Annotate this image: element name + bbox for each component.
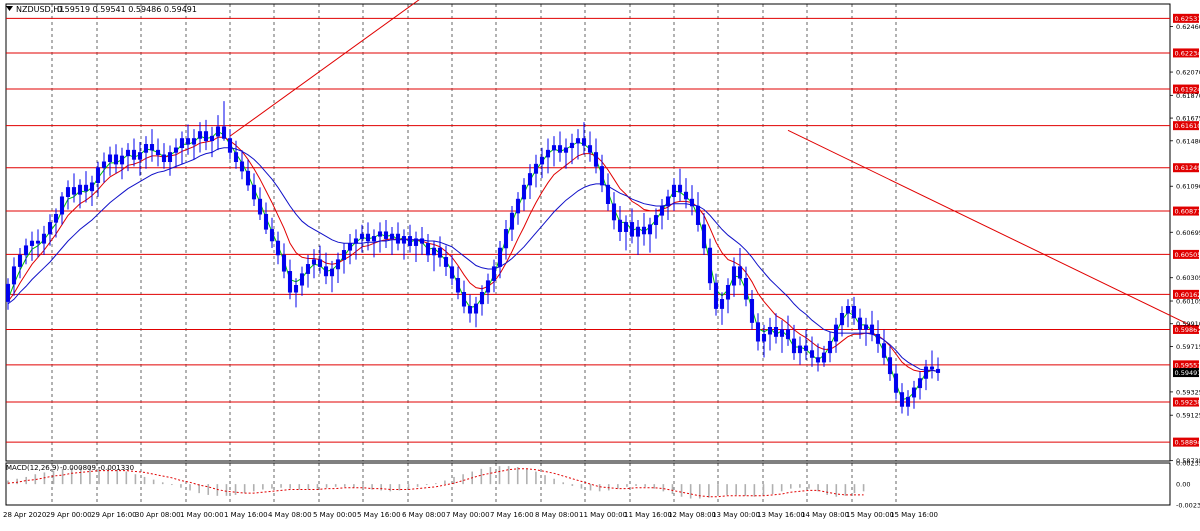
x-tick-label: 13 May 00:00 [712, 511, 760, 519]
x-tick-label: 29 Apr 16:00 [91, 511, 137, 519]
x-tick-label: 28 Apr 2020 [3, 511, 46, 519]
level-label: 0.59238 [1175, 399, 1200, 407]
macd-tick-label: 0.00 [1176, 481, 1190, 489]
y-tick-label: 0.59125 [1176, 412, 1200, 420]
macd-header: MACD(12,26,9) -0.000809 -0.001330 [6, 464, 134, 472]
x-tick-label: 6 May 08:00 [402, 511, 446, 519]
current-price-label: 0.59491 [1175, 369, 1200, 377]
x-tick-label: 4 May 08:00 [268, 511, 312, 519]
x-tick-label: 8 May 08:00 [535, 511, 579, 519]
x-tick-label: 5 May 00:00 [313, 511, 357, 519]
macd-label: MACD(12,26,9) [6, 464, 59, 472]
y-tick-label: 0.62460 [1176, 23, 1200, 31]
macd-tick-label: 0.002355 [1176, 460, 1200, 468]
level-label: 0.62531 [1175, 15, 1200, 23]
level-label: 0.61249 [1175, 164, 1200, 172]
macd-tick-label: -0.00232 [1176, 502, 1200, 510]
x-tick-label: 14 May 08:00 [801, 511, 849, 519]
x-tick-label: 29 Apr 00:00 [46, 511, 92, 519]
y-tick-label: 0.61480 [1176, 137, 1200, 145]
x-tick-label: 5 May 16:00 [357, 511, 401, 519]
y-tick-label: 0.59715 [1176, 343, 1200, 351]
trading-chart-window: 0.625310.622340.619240.616100.612490.608… [0, 0, 1200, 527]
x-tick-label: 15 May 00:00 [846, 511, 894, 519]
y-tick-label: 0.60695 [1176, 229, 1200, 237]
y-tick-label: 0.61675 [1176, 115, 1200, 123]
macd-values: -0.000809 -0.001330 [60, 464, 134, 472]
x-tick-label: 30 Apr 08:00 [135, 511, 181, 519]
x-tick-label: 7 May 00:00 [446, 511, 490, 519]
x-tick-label: 11 May 00:00 [579, 511, 627, 519]
chart-background [0, 0, 1200, 527]
level-label: 0.61610 [1175, 122, 1200, 130]
ohlc-values: 0.59519 0.59541 0.59486 0.59491 [57, 5, 197, 14]
x-tick-label: 1 May 16:00 [224, 511, 268, 519]
x-tick-label: 1 May 00:00 [180, 511, 224, 519]
chart-header: NZDUSD,H1 0.59519 0.59541 0.59486 0.5949… [6, 5, 197, 14]
chart-canvas: 0.625310.622340.619240.616100.612490.608… [0, 0, 1200, 527]
y-tick-label: 0.62070 [1176, 69, 1200, 77]
x-tick-label: 13 May 16:00 [757, 511, 805, 519]
x-tick-label: 7 May 16:00 [490, 511, 534, 519]
level-label: 0.58894 [1175, 439, 1200, 447]
y-tick-label: 0.61870 [1176, 92, 1200, 100]
y-tick-label: 0.61090 [1176, 183, 1200, 191]
level-label: 0.60505 [1175, 251, 1200, 259]
level-label: 0.60877 [1175, 208, 1200, 216]
level-label: 0.62234 [1175, 49, 1200, 57]
y-tick-label: 0.59325 [1176, 388, 1200, 396]
y-tick-label: 0.59910 [1176, 320, 1200, 328]
x-tick-label: 15 May 16:00 [890, 511, 938, 519]
x-tick-label: 12 May 08:00 [668, 511, 716, 519]
y-tick-label: 0.60105 [1176, 298, 1200, 306]
x-tick-label: 11 May 16:00 [624, 511, 672, 519]
y-tick-label: 0.60305 [1176, 274, 1200, 282]
